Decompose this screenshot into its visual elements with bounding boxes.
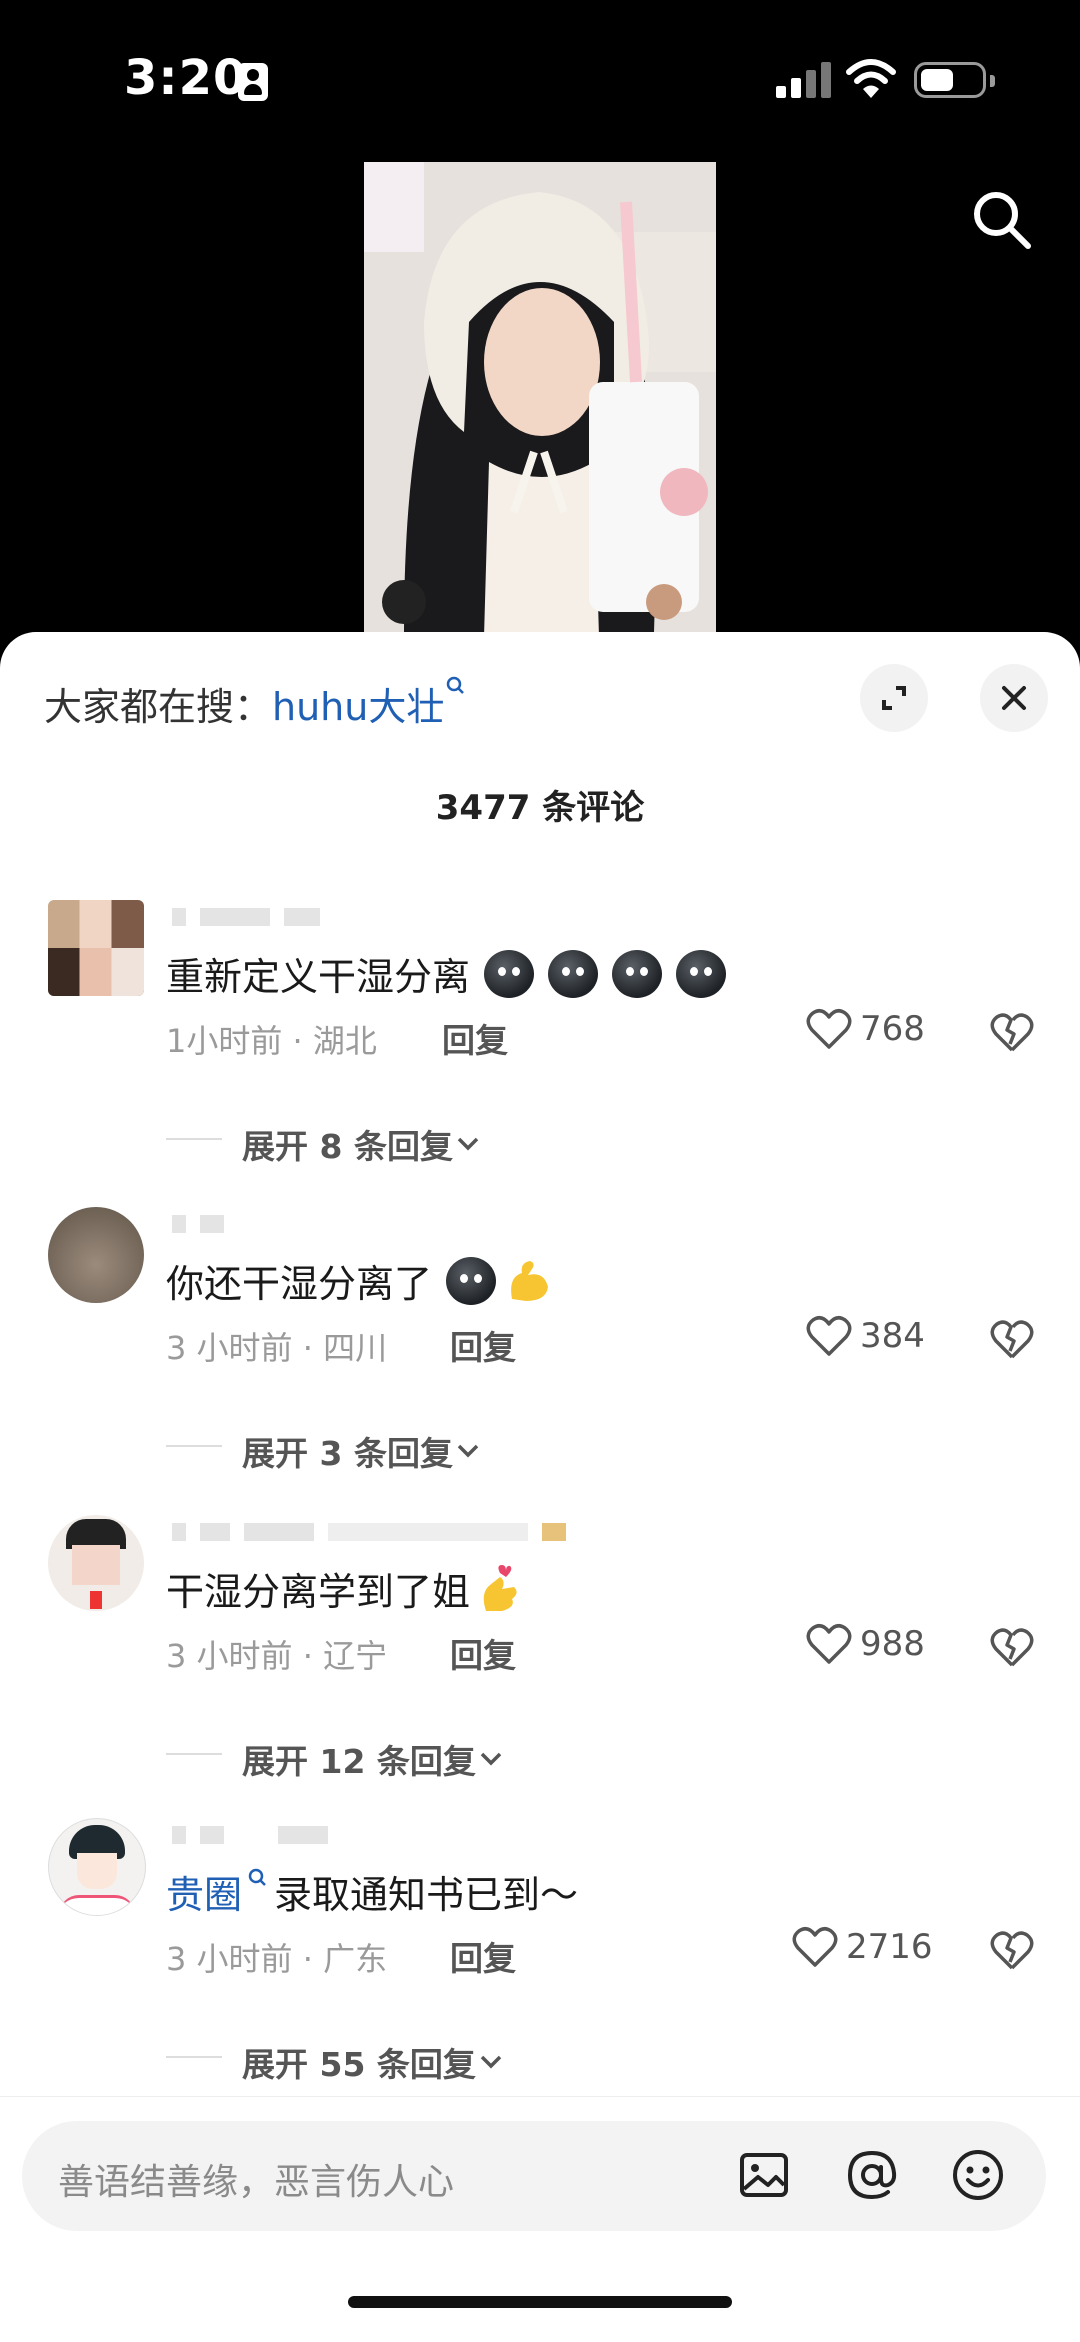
comment-count: 3477 条评论	[435, 788, 645, 828]
comment-text: 重新定义干湿分离	[166, 946, 727, 1001]
finger-heart-emoji-icon	[483, 1564, 517, 1611]
smiley-icon[interactable]	[948, 2145, 1008, 2205]
expand-icon	[882, 686, 906, 710]
heart-icon	[806, 1624, 852, 1664]
comment-meta: 1小时前 · 湖北	[166, 1022, 377, 1060]
comment-meta: 3 小时前 · 四川	[166, 1329, 388, 1367]
close-icon	[1002, 686, 1026, 710]
comment-time: 1小时前	[166, 1022, 283, 1060]
reply-button[interactable]: 回复	[450, 1321, 516, 1369]
broken-heart-icon[interactable]	[990, 1317, 1034, 1361]
video-thumbnail[interactable]	[364, 162, 716, 637]
reply-button[interactable]: 回复	[450, 1629, 516, 1677]
like-button[interactable]: 2716	[792, 1926, 933, 1968]
comment-body: 重新定义干湿分离	[166, 955, 471, 999]
emoji-face-icon	[446, 1256, 497, 1305]
comment-text: 干湿分离学到了姐	[166, 1561, 524, 1616]
avatar[interactable]	[48, 1818, 146, 1916]
expand-replies-button[interactable]: 展开 8 条回复	[242, 1120, 483, 1168]
like-button[interactable]: 384	[806, 1315, 925, 1357]
home-indicator	[348, 2296, 732, 2308]
emoji-face-icon	[676, 949, 727, 998]
emoji-face-icon	[612, 949, 663, 998]
broken-heart-icon[interactable]	[990, 1625, 1034, 1669]
comment-body: 你还干湿分离了	[166, 1262, 433, 1306]
comment-time: 3 小时前	[166, 1940, 293, 1978]
expand-replies-label: 展开 3 条回复	[242, 1434, 453, 1473]
chevron-down-icon	[480, 2055, 502, 2069]
heart-icon	[806, 1009, 852, 1049]
expand-replies-button[interactable]: 展开 55 条回复	[242, 2038, 506, 2086]
emoji-face-icon	[484, 949, 535, 998]
chevron-down-icon	[480, 1752, 502, 1766]
expand-button[interactable]	[860, 664, 928, 732]
search-icon	[248, 1868, 266, 1886]
reply-button[interactable]: 回复	[450, 1932, 516, 1980]
trending-search-link[interactable]: huhu大壮	[272, 685, 444, 729]
comment-location: 辽宁	[323, 1637, 388, 1675]
comment-meta: 3 小时前 · 广东	[166, 1940, 388, 1978]
muscle-emoji-icon	[511, 1260, 549, 1301]
search-icon	[447, 676, 465, 694]
topic-tag-link[interactable]: 贵圈	[166, 1864, 242, 1919]
comment-meta: 3 小时前 · 辽宁	[166, 1637, 388, 1675]
like-count: 384	[860, 1316, 925, 1356]
comment-time: 3 小时前	[166, 1637, 293, 1675]
avatar[interactable]	[48, 1207, 144, 1303]
username-blurred	[172, 1213, 224, 1235]
image-icon[interactable]	[734, 2145, 794, 2205]
comment-body: 录取通知书已到～	[274, 1873, 579, 1917]
status-time: 3:20	[124, 50, 248, 106]
like-button[interactable]: 768	[806, 1008, 925, 1050]
avatar[interactable]	[48, 1515, 144, 1611]
trending-search-prefix: 大家都在搜：	[44, 685, 273, 729]
expand-replies-label: 展开 55 条回复	[242, 2045, 476, 2084]
heart-icon	[806, 1316, 852, 1356]
comments-sheet: 大家都在搜：huhu大壮 3477 条评论 重新定义干湿分离 1小时前 · 湖北…	[0, 632, 1080, 2342]
comment-input-placeholder: 善语结善缘，恶言伤人心	[58, 2162, 455, 2203]
close-button[interactable]	[980, 664, 1048, 732]
username-blurred	[172, 1521, 566, 1543]
comment-time: 3 小时前	[166, 1329, 293, 1367]
comment-location: 四川	[323, 1329, 388, 1367]
battery-icon	[914, 62, 995, 98]
expand-replies-button[interactable]: 展开 3 条回复	[242, 1427, 483, 1475]
comment-location: 广东	[323, 1940, 388, 1978]
like-count: 2716	[846, 1927, 933, 1967]
search-icon[interactable]	[970, 188, 1034, 252]
comment-location: 湖北	[312, 1022, 377, 1060]
expand-replies-label: 展开 8 条回复	[242, 1127, 453, 1166]
divider	[166, 1445, 222, 1447]
chevron-down-icon	[457, 1137, 479, 1151]
comment-text: 贵圈 录取通知书已到～	[166, 1864, 578, 1919]
like-count: 768	[860, 1009, 925, 1049]
reply-button[interactable]: 回复	[442, 1014, 508, 1062]
heart-icon	[792, 1927, 838, 1967]
comment-input[interactable]: 善语结善缘，恶言伤人心	[22, 2121, 1046, 2231]
wifi-icon	[846, 59, 896, 98]
username-blurred	[172, 906, 320, 928]
expand-replies-label: 展开 12 条回复	[242, 1742, 476, 1781]
username-blurred	[172, 1824, 328, 1846]
trending-search-header: 大家都在搜：huhu大壮	[44, 676, 466, 731]
emoji-face-icon	[548, 949, 599, 998]
comment-text: 你还干湿分离了	[166, 1253, 554, 1308]
comment-body: 干湿分离学到了姐	[166, 1570, 471, 1614]
like-button[interactable]: 988	[806, 1623, 925, 1665]
at-icon[interactable]	[842, 2145, 902, 2205]
avatar[interactable]	[48, 900, 144, 996]
expand-replies-button[interactable]: 展开 12 条回复	[242, 1735, 506, 1783]
cellular-signal-icon	[776, 62, 832, 98]
video-frame-image	[364, 162, 716, 637]
broken-heart-icon[interactable]	[990, 1928, 1034, 1972]
divider	[166, 1138, 222, 1140]
divider	[166, 2056, 222, 2058]
status-bar: 3:20	[0, 0, 1080, 160]
focus-person-icon	[238, 63, 268, 101]
chevron-down-icon	[457, 1444, 479, 1458]
divider	[166, 1753, 222, 1755]
broken-heart-icon[interactable]	[990, 1010, 1034, 1054]
like-count: 988	[860, 1624, 925, 1664]
